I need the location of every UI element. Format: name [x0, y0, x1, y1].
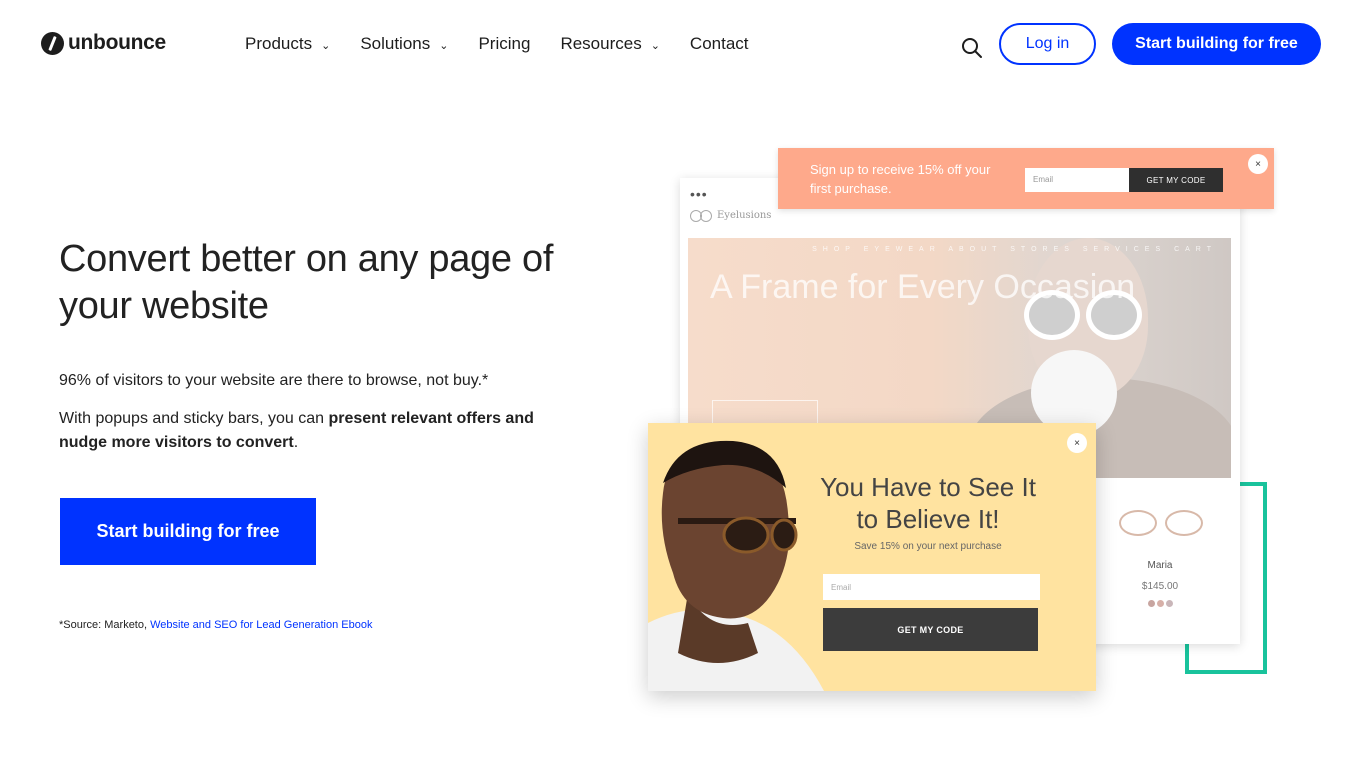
hero-body: With popups and sticky bars, you can pre… [59, 407, 579, 455]
nav-item-pricing[interactable]: Pricing [478, 34, 530, 54]
nav-label: Pricing [478, 34, 531, 53]
nav-label: Contact [689, 34, 749, 53]
main-nav: Products ⌄ Solutions ⌄ Pricing Resources… [245, 34, 779, 54]
chevron-down-icon: ⌄ [321, 39, 331, 52]
swatch [1165, 600, 1173, 607]
hero-body-prefix: With popups and sticky bars, you can [59, 410, 329, 427]
popup-subtitle: Save 15% on your next purchase [854, 541, 1002, 552]
product-card: Maria $145.00 [1100, 508, 1220, 607]
source-prefix: *Source: Marketo, [59, 619, 151, 631]
site-hero-button [712, 400, 818, 424]
nav-label: Products [245, 34, 313, 53]
nav-item-products[interactable]: Products ⌄ [245, 34, 330, 54]
product-price: $145.00 [1141, 581, 1179, 592]
popup-email-field: Email [823, 574, 1040, 600]
browser-dots: ••• [690, 186, 708, 202]
source-link[interactable]: Website and SEO for Lead Generation Eboo… [150, 619, 372, 631]
login-button[interactable]: Log in [999, 23, 1096, 65]
chevron-down-icon: ⌄ [439, 39, 449, 52]
glasses-logo-icon [690, 210, 712, 222]
site-logo: Eyelusions [690, 210, 772, 222]
swatch [1156, 600, 1164, 607]
unbounce-logo[interactable]: unbounce [41, 31, 166, 55]
nav-item-contact[interactable]: Contact [690, 34, 749, 54]
sticky-get-code-button: GET MY CODE [1129, 168, 1223, 192]
sticky-bar-example: Sign up to receive 15% off your first pu… [778, 148, 1274, 209]
close-icon: × [1067, 433, 1087, 453]
popup-example: You Have to See It to Believe It! Save 1… [648, 423, 1096, 691]
source-note: *Source: Marketo, Website and SEO for Le… [59, 619, 372, 631]
site-nav: SHOP EYEWEAR ABOUT STORES SERVICES CART [812, 246, 1217, 253]
nav-item-solutions[interactable]: Solutions ⌄ [360, 34, 448, 54]
sticky-email-field: Email [1025, 168, 1129, 192]
search-icon[interactable] [961, 37, 983, 59]
popup-get-code-button: GET MY CODE [823, 608, 1038, 651]
unbounce-logo-icon [41, 31, 64, 55]
logo-text: unbounce [68, 31, 166, 54]
close-icon: × [1248, 154, 1268, 174]
sticky-bar-text: Sign up to receive 15% off your first pu… [810, 162, 991, 196]
nav-label: Solutions [360, 34, 431, 53]
swatch [1147, 600, 1155, 607]
site-name: Eyelusions [717, 210, 772, 221]
site-header: unbounce Products ⌄ Solutions ⌄ Pricing … [0, 0, 1362, 88]
product-name: Maria [1147, 560, 1173, 571]
hero-title: Convert better on any page of your websi… [59, 238, 554, 327]
hero-body-suffix: . [293, 434, 299, 451]
man-with-sunglasses-image [648, 423, 824, 691]
popup-title: You Have to See It to Believe It! [820, 472, 1036, 534]
start-building-button-header[interactable]: Start building for free [1112, 23, 1321, 65]
color-swatches [1100, 600, 1220, 607]
nav-item-resources[interactable]: Resources ⌄ [560, 34, 659, 54]
site-hero-title: A Frame for Every Occasion [710, 268, 1136, 306]
start-building-button-hero[interactable]: Start building for free [60, 498, 316, 565]
nav-label: Resources [560, 34, 642, 53]
eyeglasses-image [1105, 508, 1215, 536]
chevron-down-icon: ⌄ [650, 39, 660, 52]
hero-subtitle: 96% of visitors to your website are ther… [59, 372, 489, 389]
